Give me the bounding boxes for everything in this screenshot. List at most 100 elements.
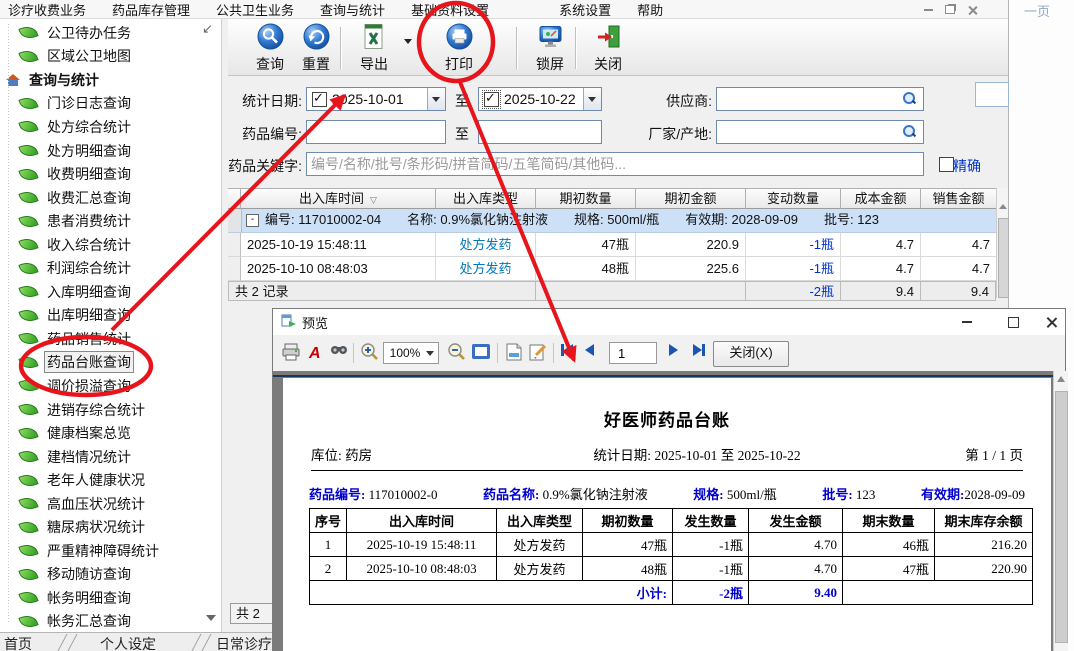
drug-code-from-input[interactable] xyxy=(306,120,446,144)
find-icon[interactable] xyxy=(329,342,349,365)
sidebar-item-20[interactable]: 高血压状况统计 xyxy=(0,492,221,516)
scrollbar-thumb[interactable] xyxy=(998,218,1009,298)
date-to-combo[interactable]: 2025-10-22 xyxy=(478,87,602,111)
close-module-button[interactable]: 关闭 xyxy=(584,23,632,74)
sidebar-item-14[interactable]: 药品台账查询 xyxy=(0,351,221,375)
sidebar-collapse-icon[interactable]: ↙ xyxy=(202,21,213,37)
scrollbar-thumb[interactable] xyxy=(1055,391,1068,643)
sidebar-item-2[interactable]: 查询与统计 xyxy=(0,68,221,92)
sidebar-item-9[interactable]: 收入综合统计 xyxy=(0,233,221,257)
tab-home[interactable]: 首页 xyxy=(4,634,32,651)
export-pdf-icon[interactable]: A xyxy=(306,342,326,365)
page-number-input[interactable] xyxy=(609,342,657,364)
date-from-combo[interactable]: 2025-10-01 xyxy=(306,87,446,111)
fit-page-icon[interactable] xyxy=(471,342,491,365)
last-page-icon[interactable] xyxy=(693,344,705,359)
export-button[interactable]: 导出 xyxy=(350,23,398,74)
menu-item-public-health[interactable]: 公共卫生业务 xyxy=(216,0,294,19)
zoom-in-icon[interactable] xyxy=(360,342,380,365)
date-from-checkbox[interactable] xyxy=(312,92,327,107)
zoom-out-icon[interactable] xyxy=(447,342,467,365)
query-button[interactable]: 查询 xyxy=(246,23,294,74)
dialog-maximize-button[interactable] xyxy=(999,312,1027,332)
sidebar-item-0[interactable]: 公卫待办任务 xyxy=(0,21,221,45)
sidebar-item-11[interactable]: 入库明细查询 xyxy=(0,280,221,304)
grid-row-1[interactable]: 2025-10-19 15:48:11 处方发药 47瓶 220.9 -1瓶 4… xyxy=(228,233,996,257)
sidebar-item-12[interactable]: 出库明细查询 xyxy=(0,304,221,328)
first-page-icon[interactable] xyxy=(561,344,573,359)
sidebar-item-3[interactable]: 门诊日志查询 xyxy=(0,92,221,116)
edit-report-icon[interactable] xyxy=(528,342,548,365)
grid-header-time[interactable]: 出入库时间▽ xyxy=(241,188,436,209)
grid-header-type[interactable]: 出入库类型 xyxy=(436,188,536,209)
sidebar-item-6[interactable]: 收费明细查询 xyxy=(0,162,221,186)
grid-header-change-qty[interactable]: 变动数量 xyxy=(746,188,841,209)
grid-header-begin-amt[interactable]: 期初金额 xyxy=(636,188,746,209)
window-restore-button[interactable] xyxy=(942,3,958,16)
print-button[interactable]: 打印 xyxy=(435,23,483,74)
date-to-dropdown-icon[interactable] xyxy=(583,88,601,110)
preview-close-button[interactable]: 关闭(X) xyxy=(713,341,789,367)
dialog-close-button[interactable] xyxy=(1037,312,1065,332)
grid-header-sale-amt[interactable]: 销售金额 xyxy=(921,188,996,209)
sidebar-item-15[interactable]: 调价损溢查询 xyxy=(0,374,221,398)
menu-item-help[interactable]: 帮助 xyxy=(637,0,663,19)
sidebar-scroll-down-icon[interactable] xyxy=(206,615,216,621)
grid-scrollbar[interactable] xyxy=(996,188,1008,298)
drug-code-to-input[interactable] xyxy=(478,120,602,144)
scroll-up-icon[interactable] xyxy=(1057,376,1065,382)
page-setup-icon[interactable] xyxy=(504,342,524,365)
supplier-lookup-icon[interactable] xyxy=(903,92,916,105)
sidebar-item-18[interactable]: 建档情况统计 xyxy=(0,445,221,469)
sidebar-item-13[interactable]: 药品销售统计 xyxy=(0,327,221,351)
reset-button[interactable]: 重置 xyxy=(292,23,340,74)
sidebar-item-22[interactable]: 严重精神障碍统计 xyxy=(0,539,221,563)
sidebar-item-23[interactable]: 移动随访查询 xyxy=(0,563,221,587)
grid-header-begin-qty[interactable]: 期初数量 xyxy=(536,188,636,209)
sidebar-item-17[interactable]: 健康档案总览 xyxy=(0,421,221,445)
sidebar-item-25[interactable]: 帐务汇总查询 xyxy=(0,610,221,632)
date-from-dropdown-icon[interactable] xyxy=(427,88,445,110)
grid-row-2[interactable]: 2025-10-10 08:48:03 处方发药 48瓶 225.6 -1瓶 4… xyxy=(228,257,996,281)
scroll-up-icon[interactable] xyxy=(999,204,1007,209)
factory-lookup-icon[interactable] xyxy=(903,125,916,138)
sidebar-item-7[interactable]: 收费汇总查询 xyxy=(0,186,221,210)
prev-page-icon[interactable] xyxy=(585,344,594,359)
sidebar-item-5[interactable]: 处方明细查询 xyxy=(0,139,221,163)
sidebar-item-10[interactable]: 利润综合统计 xyxy=(0,256,221,280)
next-page-icon[interactable] xyxy=(669,344,678,359)
supplier-input[interactable] xyxy=(716,87,924,111)
sidebar-item-label: 糖尿病状况统计 xyxy=(45,517,147,537)
tab-daily-clinic[interactable]: 日常诊疗 xyxy=(216,634,272,651)
menu-item-query-stats[interactable]: 查询与统计 xyxy=(320,0,385,19)
window-minimize-button[interactable] xyxy=(920,3,936,16)
sidebar-item-16[interactable]: 进销存综合统计 xyxy=(0,398,221,422)
preview-scrollbar[interactable] xyxy=(1053,371,1068,651)
sidebar-item-19[interactable]: 老年人健康状况 xyxy=(0,468,221,492)
factory-input[interactable] xyxy=(716,120,924,144)
print-icon[interactable] xyxy=(281,342,301,365)
keyword-input[interactable] xyxy=(306,152,924,176)
tab-personal-settings[interactable]: 个人设定 xyxy=(100,634,156,651)
sidebar-item-8[interactable]: 患者消费统计 xyxy=(0,209,221,233)
dialog-title-bar[interactable]: 预览 xyxy=(273,309,1065,335)
sidebar-item-21[interactable]: 糖尿病状况统计 xyxy=(0,515,221,539)
sidebar-item-4[interactable]: 处方综合统计 xyxy=(0,115,221,139)
sidebar-item-1[interactable]: 区域公卫地图 xyxy=(0,45,221,69)
zoom-level-combo[interactable]: 100% xyxy=(383,342,439,364)
sidebar-item-24[interactable]: 帐务明细查询 xyxy=(0,586,221,610)
lock-screen-button[interactable]: 锁屏 xyxy=(526,23,574,74)
date-to-checkbox[interactable] xyxy=(484,92,499,107)
export-dropdown-icon[interactable] xyxy=(404,39,412,44)
collapse-group-button[interactable]: - xyxy=(246,214,259,227)
grid-group-row[interactable]: - 编号: 117010002-04 名称: 0.9%氯化钠注射液 规格: 50… xyxy=(228,209,996,233)
menu-item-drug-inventory[interactable]: 药品库存管理 xyxy=(112,0,190,19)
grid-header-cost-amt[interactable]: 成本金额 xyxy=(841,188,921,209)
window-close-button[interactable] xyxy=(964,3,980,16)
menu-item-outpatient-fees[interactable]: 诊疗收费业务 xyxy=(8,0,86,19)
menu-item-base-data[interactable]: 基础资料设置 xyxy=(411,0,489,19)
dialog-minimize-button[interactable] xyxy=(953,312,981,332)
menu-item-system-settings[interactable]: 系统设置 xyxy=(559,0,611,19)
maximize-icon xyxy=(1008,317,1019,328)
exact-match-checkbox[interactable] xyxy=(939,157,954,172)
